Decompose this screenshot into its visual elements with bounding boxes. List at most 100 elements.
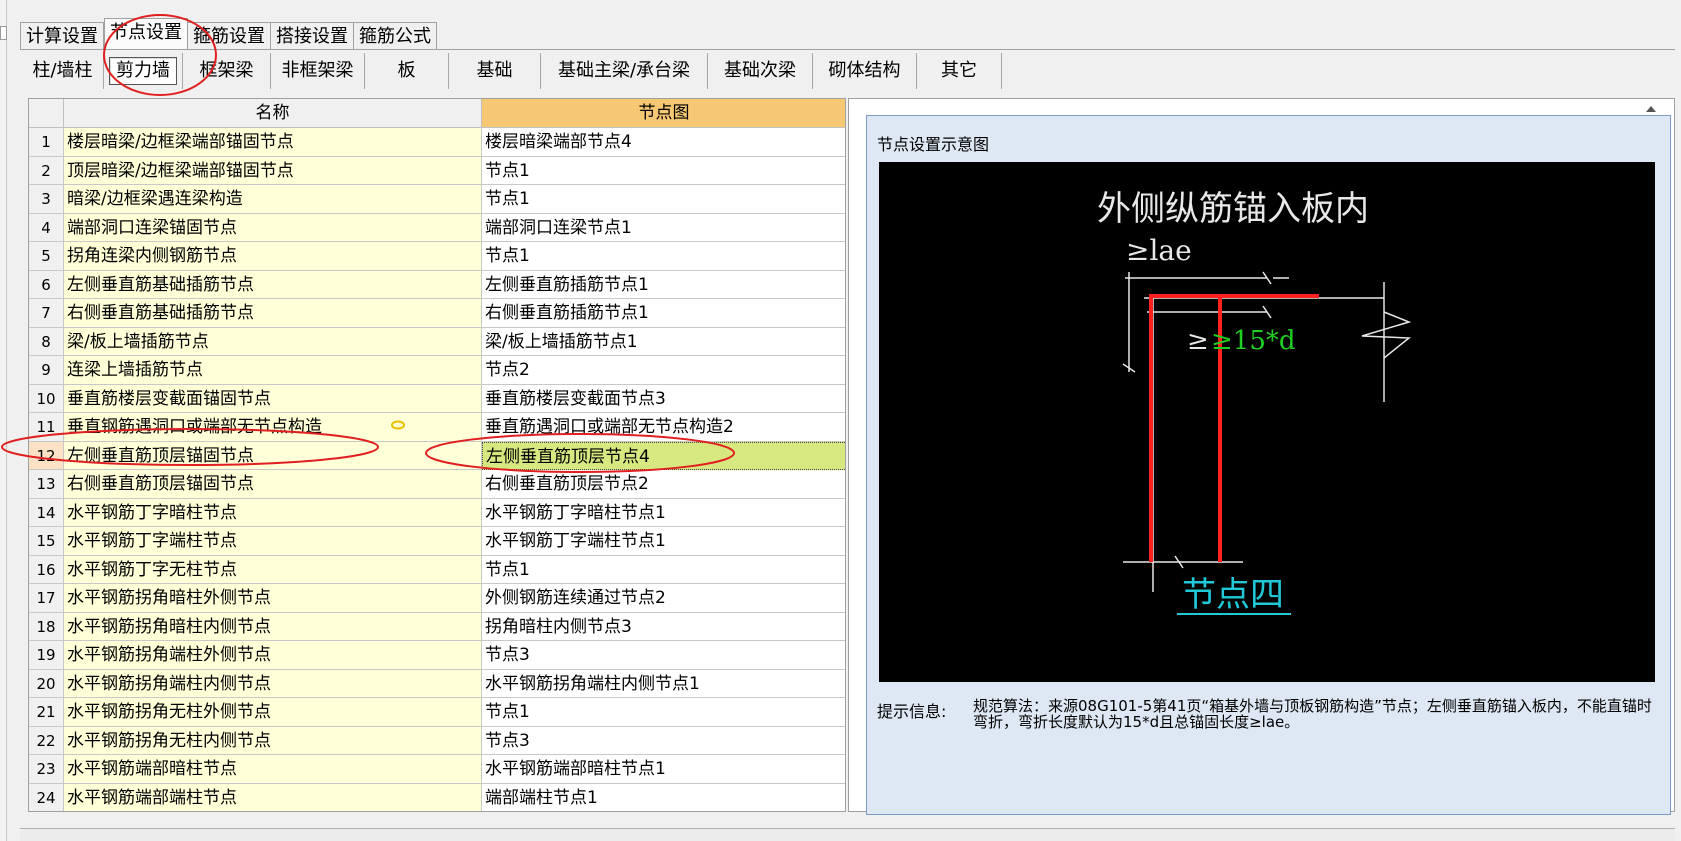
subtab-other[interactable]: 其它 (917, 53, 1002, 89)
row-number[interactable]: 21 (29, 698, 64, 727)
subtab-column[interactable]: 柱/墙柱 (22, 53, 104, 89)
row-number[interactable]: 9 (29, 356, 64, 385)
row-name-cell[interactable]: 左侧垂直筋顶层锚固节点 (64, 441, 482, 470)
table-row[interactable]: 18 水平钢筋拐角暗柱内侧节点 拐角暗柱内侧节点3 (29, 612, 845, 641)
table-row[interactable]: 19 水平钢筋拐角端柱外侧节点 节点3 (29, 641, 845, 670)
row-node-cell[interactable]: 垂直筋楼层变截面节点3 (482, 384, 845, 413)
row-node-cell[interactable]: 节点1 (482, 698, 845, 727)
row-number[interactable]: 2 (29, 156, 64, 185)
table-row[interactable]: 23 水平钢筋端部暗柱节点 水平钢筋端部暗柱节点1 (29, 755, 845, 784)
row-number[interactable]: 4 (29, 213, 64, 242)
row-number[interactable]: 5 (29, 242, 64, 271)
table-row[interactable]: 22 水平钢筋拐角无柱内侧节点 节点3 (29, 726, 845, 755)
subtab-foundation[interactable]: 基础 (449, 53, 541, 89)
column-header-name[interactable]: 名称 (64, 99, 482, 128)
row-number[interactable]: 14 (29, 498, 64, 527)
table-row[interactable]: 10 垂直筋楼层变截面锚固节点 垂直筋楼层变截面节点3 (29, 384, 845, 413)
subtab-masonry[interactable]: 砌体结构 (813, 53, 917, 89)
row-name-cell[interactable]: 水平钢筋拐角无柱外侧节点 (64, 698, 482, 727)
row-number[interactable]: 1 (29, 128, 64, 157)
table-row[interactable]: 13 右侧垂直筋顶层锚固节点 右侧垂直筋顶层节点2 (29, 470, 845, 499)
row-name-cell[interactable]: 楼层暗梁/边框梁端部锚固节点 (64, 128, 482, 157)
row-number[interactable]: 15 (29, 527, 64, 556)
table-row[interactable]: 3 暗梁/边框梁遇连梁构造 节点1 (29, 185, 845, 214)
table-row[interactable]: 7 右侧垂直筋基础插筋节点 右侧垂直筋插筋节点1 (29, 299, 845, 328)
row-node-cell[interactable]: 左侧垂直筋插筋节点1 (482, 270, 845, 299)
tab-calc-settings[interactable]: 计算设置 (20, 22, 104, 50)
row-number[interactable]: 20 (29, 669, 64, 698)
row-number[interactable]: 18 (29, 612, 64, 641)
tab-lap-settings[interactable]: 搭接设置 (271, 22, 354, 50)
row-node-cell[interactable]: 节点1 (482, 185, 845, 214)
row-number[interactable]: 19 (29, 641, 64, 670)
row-name-cell[interactable]: 暗梁/边框梁遇连梁构造 (64, 185, 482, 214)
row-name-cell[interactable]: 水平钢筋拐角无柱内侧节点 (64, 726, 482, 755)
table-row[interactable]: 6 左侧垂直筋基础插筋节点 左侧垂直筋插筋节点1 (29, 270, 845, 299)
row-name-cell[interactable]: 水平钢筋丁字暗柱节点 (64, 498, 482, 527)
row-name-cell[interactable]: 水平钢筋拐角暗柱内侧节点 (64, 612, 482, 641)
row-name-cell[interactable]: 顶层暗梁/边框梁端部锚固节点 (64, 156, 482, 185)
table-row[interactable]: 2 顶层暗梁/边框梁端部锚固节点 节点1 (29, 156, 845, 185)
row-name-cell[interactable]: 水平钢筋拐角端柱外侧节点 (64, 641, 482, 670)
subtab-nonframe-beam[interactable]: 非框架梁 (271, 53, 365, 89)
row-node-cell[interactable]: 水平钢筋丁字端柱节点1 (482, 527, 845, 556)
table-row[interactable]: 8 梁/板上墙插筋节点 梁/板上墙插筋节点1 (29, 327, 845, 356)
table-row[interactable]: 14 水平钢筋丁字暗柱节点 水平钢筋丁字暗柱节点1 (29, 498, 845, 527)
row-number[interactable]: 23 (29, 755, 64, 784)
row-node-cell[interactable]: 右侧垂直筋顶层节点2 (482, 470, 845, 499)
row-name-cell[interactable]: 水平钢筋拐角端柱内侧节点 (64, 669, 482, 698)
subtab-frame-beam[interactable]: 框架梁 (183, 53, 271, 89)
tab-node-settings[interactable]: 节点设置 (104, 18, 188, 49)
table-row[interactable]: 15 水平钢筋丁字端柱节点 水平钢筋丁字端柱节点1 (29, 527, 845, 556)
row-node-cell[interactable]: 端部端柱节点1 (482, 783, 845, 811)
collapse-handle[interactable] (0, 26, 7, 40)
row-name-cell[interactable]: 右侧垂直筋基础插筋节点 (64, 299, 482, 328)
row-node-cell[interactable]: 右侧垂直筋插筋节点1 (482, 299, 845, 328)
row-node-cell[interactable]: 梁/板上墙插筋节点1 (482, 327, 845, 356)
row-number[interactable]: 8 (29, 327, 64, 356)
row-number[interactable]: 24 (29, 783, 64, 811)
row-name-cell[interactable]: 水平钢筋拐角暗柱外侧节点 (64, 584, 482, 613)
row-node-cell[interactable]: 节点3 (482, 641, 845, 670)
table-row[interactable]: 4 端部洞口连梁锚固节点 端部洞口连梁节点1 (29, 213, 845, 242)
table-row[interactable]: 16 水平钢筋丁字无柱节点 节点1 (29, 555, 845, 584)
row-number[interactable]: 16 (29, 555, 64, 584)
row-name-cell[interactable]: 右侧垂直筋顶层锚固节点 (64, 470, 482, 499)
row-number[interactable]: 13 (29, 470, 64, 499)
row-name-cell[interactable]: 梁/板上墙插筋节点 (64, 327, 482, 356)
row-number[interactable]: 12 (29, 441, 64, 470)
row-node-cell[interactable]: 楼层暗梁端部节点4 (482, 128, 845, 157)
row-name-cell[interactable]: 拐角连梁内侧钢筋节点 (64, 242, 482, 271)
table-row[interactable]: 17 水平钢筋拐角暗柱外侧节点 外侧钢筋连续通过节点2 (29, 584, 845, 613)
row-node-cell[interactable]: 拐角暗柱内侧节点3 (482, 612, 845, 641)
subtab-foundation-main-beam[interactable]: 基础主梁/承台梁 (541, 53, 708, 89)
subtab-foundation-secondary-beam[interactable]: 基础次梁 (708, 53, 813, 89)
table-row[interactable]: 5 拐角连梁内侧钢筋节点 节点1 (29, 242, 845, 271)
row-number[interactable]: 11 (29, 413, 64, 442)
scroll-up-icon[interactable] (1645, 104, 1657, 114)
tab-stirrup-settings[interactable]: 箍筋设置 (188, 22, 271, 50)
row-number[interactable]: 3 (29, 185, 64, 214)
row-number[interactable]: 22 (29, 726, 64, 755)
row-number[interactable]: 10 (29, 384, 64, 413)
row-node-cell[interactable]: 水平钢筋丁字暗柱节点1 (482, 498, 845, 527)
row-node-cell[interactable]: 水平钢筋拐角端柱内侧节点1 (482, 669, 845, 698)
tab-stirrup-formula[interactable]: 箍筋公式 (354, 22, 437, 50)
table-row[interactable]: 20 水平钢筋拐角端柱内侧节点 水平钢筋拐角端柱内侧节点1 (29, 669, 845, 698)
table-row[interactable]: 24 水平钢筋端部端柱节点 端部端柱节点1 (29, 783, 845, 811)
row-node-cell[interactable]: 垂直筋遇洞口或端部无节点构造2 (482, 413, 845, 442)
row-number[interactable]: 7 (29, 299, 64, 328)
table-row[interactable]: 11 垂直钢筋遇洞口或端部无节点构造 垂直筋遇洞口或端部无节点构造2 (29, 413, 845, 442)
row-name-cell[interactable]: 垂直筋楼层变截面锚固节点 (64, 384, 482, 413)
row-name-cell[interactable]: 水平钢筋丁字无柱节点 (64, 555, 482, 584)
row-node-cell[interactable]: 外侧钢筋连续通过节点2 (482, 584, 845, 613)
column-header-node-diagram[interactable]: 节点图 (482, 99, 845, 128)
row-name-cell[interactable]: 端部洞口连梁锚固节点 (64, 213, 482, 242)
subtab-shear-wall[interactable]: 剪力墙 (104, 53, 183, 89)
table-row[interactable]: 21 水平钢筋拐角无柱外侧节点 节点1 (29, 698, 845, 727)
row-node-cell[interactable]: 水平钢筋端部暗柱节点1 (482, 755, 845, 784)
row-name-cell[interactable]: 水平钢筋丁字端柱节点 (64, 527, 482, 556)
table-row[interactable]: 12 左侧垂直筋顶层锚固节点 左侧垂直筋顶层节点4 (29, 441, 845, 470)
row-node-cell[interactable]: 端部洞口连梁节点1 (482, 213, 845, 242)
row-name-cell[interactable]: 水平钢筋端部暗柱节点 (64, 755, 482, 784)
